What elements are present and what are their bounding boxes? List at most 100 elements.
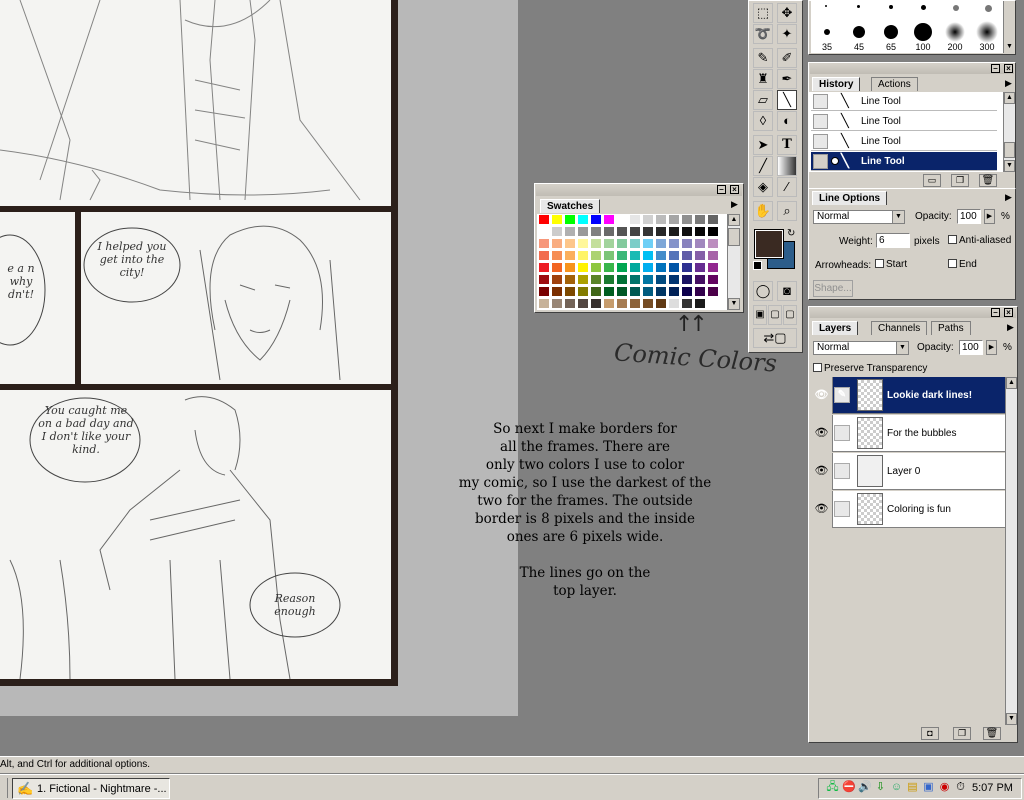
brush-tip-icon[interactable] bbox=[825, 5, 827, 7]
color-swatch[interactable] bbox=[694, 274, 706, 285]
color-swatch[interactable] bbox=[629, 262, 641, 273]
trash-icon[interactable]: 🗑 bbox=[979, 174, 997, 187]
color-swatch[interactable] bbox=[538, 286, 550, 297]
shape-button[interactable]: Shape... bbox=[813, 280, 853, 297]
scroll-down-icon[interactable]: ▼ bbox=[1004, 41, 1015, 53]
close-icon[interactable]: × bbox=[1004, 308, 1013, 317]
color-swatch[interactable] bbox=[681, 226, 693, 237]
taskbar-task-photoshop[interactable]: ✍ 1. Fictional - Nightmare -... bbox=[12, 778, 170, 799]
color-swatch[interactable] bbox=[564, 286, 576, 297]
brush-strip[interactable]: 35 45 65 100 200 300 bbox=[811, 1, 1003, 53]
color-swatch[interactable] bbox=[707, 250, 719, 261]
default-colors-icon[interactable] bbox=[753, 261, 762, 270]
tab-channels[interactable]: Channels bbox=[871, 321, 928, 335]
color-swatch[interactable] bbox=[616, 262, 628, 273]
layer-row[interactable]: 👁 Coloring is fun bbox=[811, 491, 1005, 528]
color-swatch[interactable] bbox=[603, 226, 615, 237]
layer-row[interactable]: 👁 ✎ Lookie dark lines! bbox=[811, 377, 1005, 414]
eye-icon[interactable]: 👁 bbox=[811, 491, 833, 528]
brush-tip-icon[interactable] bbox=[985, 5, 992, 12]
swap-colors-icon[interactable]: ↻ bbox=[787, 228, 795, 239]
color-swatch[interactable] bbox=[616, 298, 628, 309]
history-item[interactable]: ╲ Line Tool bbox=[811, 132, 997, 151]
foreground-color-swatch[interactable] bbox=[754, 229, 784, 259]
color-swatch[interactable] bbox=[694, 238, 706, 249]
tab-layers[interactable]: Layers bbox=[812, 321, 859, 335]
blur-tool-icon[interactable]: ◊ bbox=[753, 111, 773, 131]
color-swatch[interactable] bbox=[616, 214, 628, 225]
color-swatch[interactable] bbox=[655, 238, 667, 249]
scroll-up-icon[interactable]: ▲ bbox=[728, 214, 740, 226]
color-swatch[interactable] bbox=[564, 298, 576, 309]
color-swatch[interactable] bbox=[603, 286, 615, 297]
color-swatch[interactable] bbox=[629, 214, 641, 225]
stamp-tool-icon[interactable]: ♜ bbox=[753, 69, 773, 89]
color-swatch[interactable] bbox=[655, 298, 667, 309]
color-swatch[interactable] bbox=[551, 238, 563, 249]
color-swatch[interactable] bbox=[655, 250, 667, 261]
color-swatch[interactable] bbox=[694, 262, 706, 273]
link-slot[interactable] bbox=[834, 463, 850, 479]
swatch-grid[interactable] bbox=[537, 214, 727, 310]
color-swatch[interactable] bbox=[629, 274, 641, 285]
color-swatch[interactable] bbox=[564, 262, 576, 273]
color-swatch[interactable] bbox=[642, 274, 654, 285]
line-tool-icon[interactable]: ╲ bbox=[777, 90, 797, 110]
color-swatch[interactable] bbox=[603, 298, 615, 309]
color-swatch[interactable] bbox=[551, 262, 563, 273]
color-swatch[interactable] bbox=[629, 286, 641, 297]
opacity-input[interactable]: 100 bbox=[957, 209, 981, 224]
history-item-current[interactable]: ╲ Line Tool bbox=[811, 152, 997, 171]
hand-tool-icon[interactable]: ✋ bbox=[753, 201, 773, 221]
color-swatch[interactable] bbox=[668, 298, 680, 309]
arrowhead-start-checkbox[interactable]: Start bbox=[875, 259, 907, 270]
scroll-down-icon[interactable]: ▼ bbox=[1004, 160, 1015, 172]
move-tool-icon[interactable]: ✥ bbox=[777, 3, 797, 23]
add-mask-icon[interactable]: ◘ bbox=[921, 727, 939, 740]
color-swatch[interactable] bbox=[538, 250, 550, 261]
color-swatch[interactable] bbox=[538, 298, 550, 309]
color-swatch[interactable] bbox=[577, 262, 589, 273]
color-swatch[interactable] bbox=[668, 274, 680, 285]
history-brush-tool-icon[interactable]: ✒ bbox=[777, 69, 797, 89]
history-titlebar[interactable] bbox=[810, 64, 1014, 74]
screen-mode-standard-icon[interactable]: ▣ bbox=[753, 305, 767, 325]
color-swatch[interactable] bbox=[616, 250, 628, 261]
color-swatch[interactable] bbox=[655, 274, 667, 285]
brush-tip-icon[interactable] bbox=[921, 5, 926, 10]
brush-preset[interactable]: 35 bbox=[811, 1, 843, 53]
new-document-from-state-icon[interactable]: ▭ bbox=[923, 174, 941, 187]
color-swatch[interactable] bbox=[577, 250, 589, 261]
weight-input[interactable]: 6 bbox=[876, 233, 910, 248]
dodge-tool-icon[interactable]: ◐ bbox=[777, 111, 797, 131]
color-swatch[interactable] bbox=[707, 298, 719, 309]
palette-menu-icon[interactable]: ▶ bbox=[1005, 192, 1012, 203]
color-swatch[interactable] bbox=[551, 286, 563, 297]
color-swatch[interactable] bbox=[590, 226, 602, 237]
color-swatch[interactable] bbox=[629, 298, 641, 309]
app-tray-icon[interactable]: ◉ bbox=[938, 781, 951, 794]
color-swatch[interactable] bbox=[707, 274, 719, 285]
color-swatch[interactable] bbox=[551, 274, 563, 285]
color-swatch[interactable] bbox=[707, 214, 719, 225]
brush-tip-icon[interactable] bbox=[889, 5, 893, 9]
measure-tool-icon[interactable]: ╱ bbox=[753, 156, 773, 176]
blend-mode-select[interactable]: Normal ▼ bbox=[813, 210, 905, 224]
history-state-slider-icon[interactable] bbox=[831, 157, 839, 165]
minimize-icon[interactable]: – bbox=[991, 64, 1000, 73]
color-swatch[interactable] bbox=[629, 226, 641, 237]
color-swatch[interactable] bbox=[564, 226, 576, 237]
folder-tray-icon[interactable]: ▤ bbox=[906, 781, 919, 794]
color-swatch[interactable] bbox=[590, 238, 602, 249]
color-swatch[interactable] bbox=[551, 226, 563, 237]
color-swatch[interactable] bbox=[538, 238, 550, 249]
layers-titlebar[interactable] bbox=[810, 308, 1016, 318]
swatches-titlebar[interactable] bbox=[536, 185, 742, 196]
layer-row[interactable]: 👁 For the bubbles bbox=[811, 415, 1005, 452]
color-swatch[interactable] bbox=[694, 226, 706, 237]
scroll-up-icon[interactable]: ▲ bbox=[1004, 92, 1015, 104]
color-swatch[interactable] bbox=[681, 298, 693, 309]
color-swatch[interactable] bbox=[629, 238, 641, 249]
paintbrush-icon[interactable]: ✎ bbox=[834, 387, 850, 403]
color-swatch[interactable] bbox=[668, 262, 680, 273]
